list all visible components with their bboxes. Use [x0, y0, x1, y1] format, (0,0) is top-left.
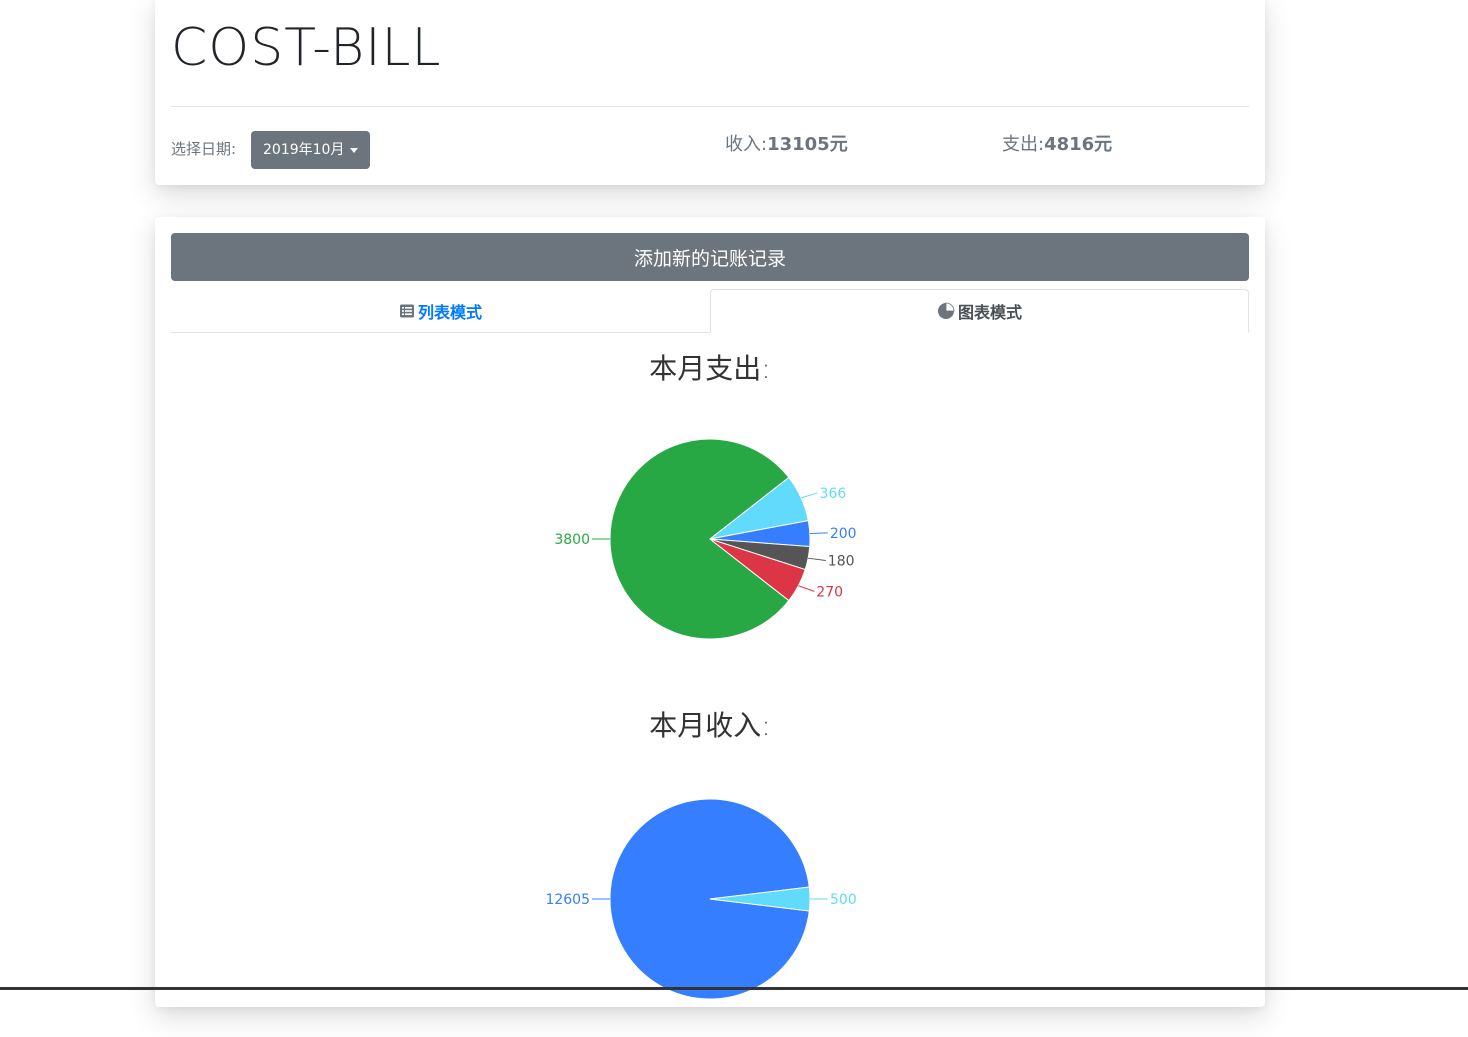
app-title: COST-BILL: [171, 18, 442, 78]
income-pie-chart: 12605 500: [545, 798, 857, 1000]
income-pie-label: 12605: [545, 892, 590, 908]
header-card: COST-BILL 选择日期: 2019年10月 收入:13105元 支出:48…: [155, 0, 1265, 185]
expense-pie-leader-line: [809, 532, 828, 535]
expense-pie-label: 180: [828, 553, 855, 569]
tab-chart-label: 图表模式: [957, 303, 1022, 322]
list-icon: [399, 304, 414, 317]
month-picker-value: 2019年10月: [263, 142, 345, 158]
income-pie-label: 500: [830, 892, 857, 908]
income-chart-title: 本月收入:: [649, 709, 771, 742]
expense-pie-leader-line: [798, 585, 815, 592]
expense-label: 支出:: [1002, 134, 1045, 155]
main-card: 添加新的记账记录 列表模式 图表模式 本月支出: 3800 366 200 180 27…: [155, 217, 1265, 1007]
expense-pie-leader-line: [801, 492, 818, 499]
expense-pie-label: 366: [820, 486, 847, 502]
expense-pie-label: 3800: [554, 532, 590, 548]
expense-chart-title: 本月支出:: [649, 352, 771, 385]
tab-chart-mode[interactable]: 图表模式: [710, 289, 1249, 333]
caret-down-icon: [350, 147, 359, 153]
tab-list-mode[interactable]: 列表模式: [171, 289, 710, 332]
income-label: 收入:: [725, 134, 768, 155]
expense-value: 4816元: [1044, 134, 1113, 155]
view-mode-tabs: 列表模式 图表模式: [171, 289, 1249, 333]
pie-chart-icon: [937, 302, 955, 319]
expense-pie-chart: 3800 366 200 180 270: [554, 438, 857, 640]
month-picker-button[interactable]: 2019年10月: [251, 131, 371, 169]
income-value: 13105元: [767, 134, 848, 155]
header-divider: [171, 106, 1249, 107]
add-record-button[interactable]: 添加新的记账记录: [171, 233, 1249, 281]
income-summary: 收入:13105元: [725, 130, 848, 156]
expense-pie-leader-line: [808, 557, 826, 561]
expense-pie-label: 270: [816, 584, 843, 600]
expense-pie-label: 200: [830, 526, 857, 542]
expense-summary: 支出:4816元: [1002, 130, 1112, 156]
date-label: 选择日期:: [171, 140, 237, 158]
tab-list-label: 列表模式: [417, 302, 482, 322]
